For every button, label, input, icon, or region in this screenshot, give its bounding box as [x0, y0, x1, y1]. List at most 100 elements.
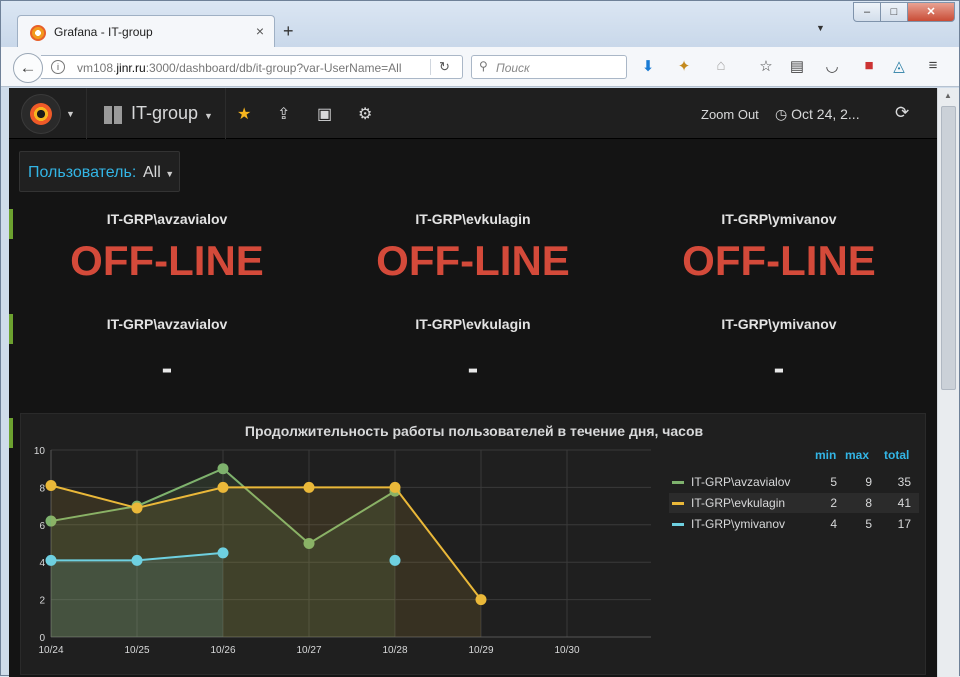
close-tab-icon[interactable]: × — [256, 23, 264, 39]
variable-value[interactable]: All ▼ — [143, 164, 174, 182]
share-icon[interactable]: ⇪ — [277, 104, 290, 124]
legend-min: 5 — [830, 475, 837, 489]
bookmark-star-icon[interactable]: ☆ — [756, 57, 776, 75]
time-range-picker[interactable]: ◷ Oct 24, 2... — [775, 106, 860, 123]
data-point — [131, 502, 143, 514]
y-tick-label: 4 — [39, 558, 45, 569]
dashboard-title[interactable]: IT-group — [131, 103, 198, 124]
x-tick-label: 10/30 — [554, 645, 579, 656]
legend-item[interactable]: IT-GRP\avzavialov 5 9 35 — [669, 472, 919, 492]
variable-caret-icon: ▼ — [165, 169, 175, 179]
extension-icon[interactable]: ■ — [859, 57, 879, 74]
grafana-navbar: ▼ IT-group ▼ ★ ⇪ ▣ ⚙ Zoom Out ◷ Oct 24, … — [9, 88, 937, 139]
legend-series-name[interactable]: IT-GRP\evkulagin — [691, 496, 785, 510]
stat-value: - — [773, 350, 785, 386]
row-collapse-marker[interactable] — [9, 209, 13, 239]
legend-max: 9 — [865, 475, 872, 489]
legend-swatch — [672, 502, 684, 505]
legend-header-total[interactable]: total — [884, 448, 909, 462]
url-text[interactable]: vm108.jinr.ru:3000/dashboard/db/it-group… — [77, 61, 402, 75]
data-point — [131, 554, 143, 566]
sync-icon[interactable]: ◬ — [889, 57, 909, 75]
menu-icon[interactable]: ≡ — [923, 57, 943, 74]
x-tick-label: 10/25 — [124, 645, 149, 656]
row-collapse-marker[interactable] — [9, 418, 13, 448]
tabs-dropdown-icon[interactable]: ▼ — [816, 23, 825, 33]
search-input[interactable]: Поиск — [496, 61, 530, 75]
page-scrollbar[interactable]: ▲ — [937, 88, 959, 677]
legend-header-min[interactable]: min — [815, 448, 836, 462]
search-bar[interactable]: ⚲ Поиск — [471, 55, 627, 79]
url-prefix: vm108. — [77, 61, 117, 75]
row-collapse-marker[interactable] — [9, 314, 13, 344]
download-icon[interactable]: ⬇ — [638, 57, 658, 75]
settings-gear-icon[interactable]: ⚙ — [358, 104, 372, 124]
legend-max: 8 — [865, 496, 872, 510]
y-tick-label: 6 — [39, 521, 45, 532]
home-icon[interactable]: ⌂ — [711, 57, 731, 74]
url-bar[interactable]: i vm108.jinr.ru:3000/dashboard/db/it-gro… — [41, 55, 463, 79]
minimize-button[interactable]: – — [853, 2, 881, 22]
title-bar: Grafana - IT-group × + ▼ – □ ✕ — [1, 1, 959, 49]
legend-max: 5 — [865, 517, 872, 531]
site-info-icon[interactable]: i — [51, 60, 65, 74]
logo-caret-icon[interactable]: ▼ — [66, 109, 75, 119]
navigation-toolbar: i vm108.jinr.ru:3000/dashboard/db/it-gro… — [1, 47, 959, 87]
save-icon[interactable]: ▣ — [317, 104, 332, 124]
data-point — [475, 594, 487, 606]
search-icon: ⚲ — [479, 59, 488, 73]
maximize-button[interactable]: □ — [880, 2, 908, 22]
stat-title: IT-GRP\evkulagin — [415, 211, 531, 227]
nav-divider — [225, 88, 226, 139]
addon-icon[interactable]: ✦ — [674, 57, 694, 75]
back-button[interactable]: ← — [13, 53, 43, 83]
stat-title: IT-GRP\avzavialov — [106, 316, 228, 332]
dashboard-caret-icon[interactable]: ▼ — [204, 111, 213, 121]
pocket-icon[interactable]: ◡ — [822, 57, 842, 75]
legend-min: 4 — [830, 517, 837, 531]
grafana-logo-button[interactable] — [21, 94, 61, 134]
scroll-thumb[interactable] — [941, 106, 956, 390]
legend-swatch — [672, 523, 684, 526]
stat-value: - — [467, 350, 479, 386]
star-icon[interactable]: ★ — [237, 104, 251, 124]
reload-icon[interactable]: ↻ — [439, 59, 450, 75]
legend-total: 35 — [897, 475, 911, 489]
data-point — [217, 547, 229, 559]
data-point — [45, 480, 57, 492]
variable-value-text: All — [143, 164, 161, 181]
x-tick-label: 10/24 — [38, 645, 63, 656]
x-tick-label: 10/29 — [468, 645, 493, 656]
legend-series-name[interactable]: IT-GRP\ymivanov — [691, 517, 785, 531]
data-point — [389, 554, 401, 566]
data-point — [45, 554, 57, 566]
username-variable[interactable]: Пользователь: All ▼ — [19, 151, 180, 192]
data-point — [217, 481, 229, 493]
url-separator — [430, 59, 431, 75]
x-tick-label: 10/28 — [382, 645, 407, 656]
legend-swatch — [672, 481, 684, 484]
data-point — [389, 481, 401, 493]
tab-title: Grafana - IT-group — [54, 25, 153, 39]
time-range-label: Oct 24, 2... — [791, 106, 860, 122]
nav-divider — [86, 88, 87, 139]
refresh-icon[interactable]: ⟳ — [895, 103, 909, 123]
legend-series-name[interactable]: IT-GRP\avzavialov — [691, 475, 790, 489]
legend-item[interactable]: IT-GRP\ymivanov 4 5 17 — [669, 514, 919, 534]
reading-list-icon[interactable]: ▤ — [787, 57, 807, 75]
grafana-favicon-icon — [30, 25, 46, 41]
y-tick-label: 8 — [39, 483, 45, 494]
legend-header-max[interactable]: max — [845, 448, 869, 462]
line-chart: 0 2 4 6 8 10 10/24 10/25 10/26 10/27 10/28 10/29 10/… — [34, 446, 651, 656]
variable-label: Пользователь: — [28, 164, 137, 181]
data-point — [217, 463, 229, 475]
stat-value: OFF-LINE — [376, 237, 570, 284]
stat-value: OFF-LINE — [682, 237, 876, 284]
new-tab-button[interactable]: + — [283, 21, 294, 42]
scroll-up-icon[interactable]: ▲ — [944, 91, 952, 100]
zoom-out-button[interactable]: Zoom Out — [701, 107, 759, 122]
close-window-button[interactable]: ✕ — [907, 2, 955, 22]
legend-item[interactable]: IT-GRP\evkulagin 2 8 41 — [669, 493, 919, 513]
browser-tab[interactable]: Grafana - IT-group × — [17, 15, 275, 49]
stat-value: OFF-LINE — [70, 237, 264, 284]
